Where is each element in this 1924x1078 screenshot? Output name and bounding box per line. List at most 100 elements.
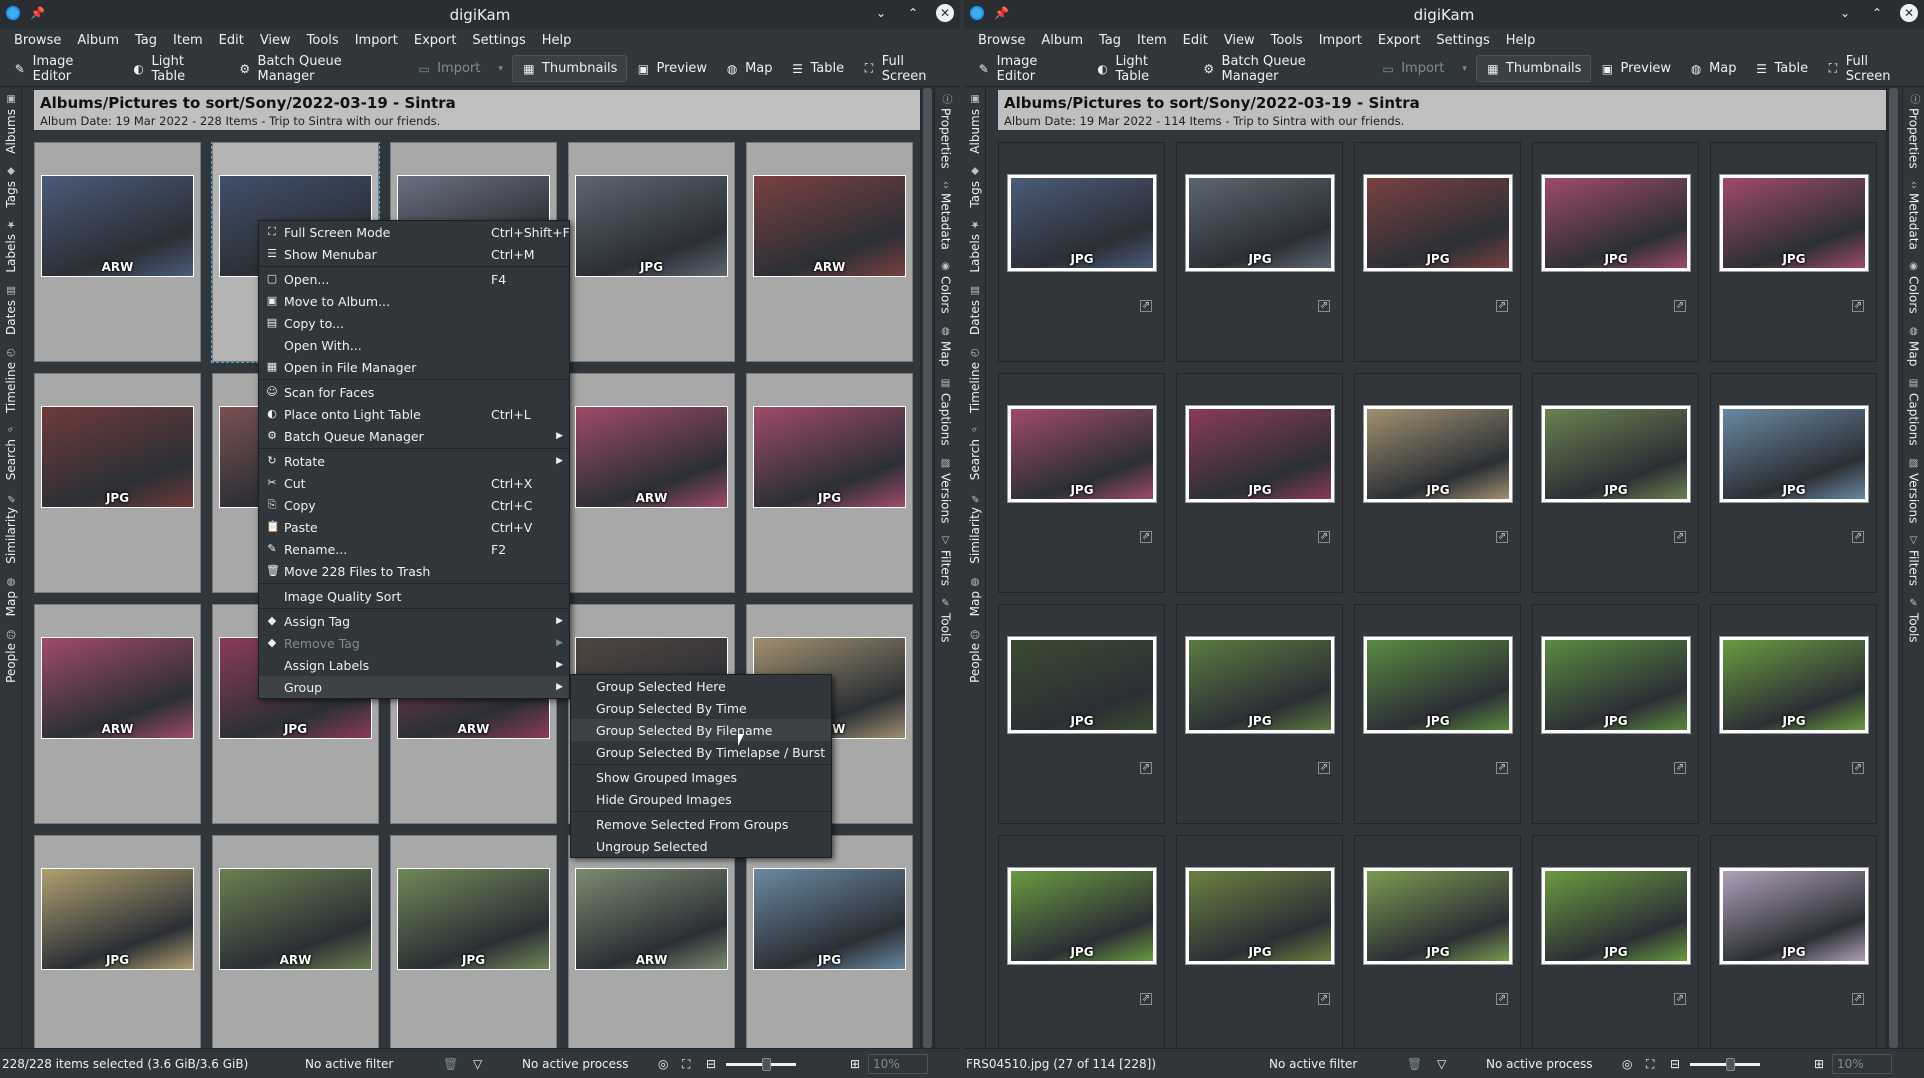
tab-tools[interactable]: ✎ Tools xyxy=(1907,592,1921,649)
zoom-out-icon[interactable]: ⊟ xyxy=(706,1057,716,1071)
trash-icon[interactable]: 🗑 xyxy=(1407,1057,1422,1071)
tab-captions[interactable]: ▤ Captions xyxy=(1907,372,1921,452)
zoom-in-icon[interactable]: ⊞ xyxy=(850,1057,860,1071)
scrollbar-thumb[interactable] xyxy=(1889,88,1898,1048)
group-indicator-icon[interactable]: ⇗ xyxy=(1496,531,1508,543)
preview-button[interactable]: ▣ Preview xyxy=(627,56,716,81)
chevron-down-icon[interactable]: ⌄ xyxy=(872,4,890,22)
tab-filters[interactable]: ▽ Filters xyxy=(939,529,953,592)
full-screen-button[interactable]: ⛶ Full Screen xyxy=(1817,49,1924,89)
tab-albums[interactable]: Albums ▣ xyxy=(4,88,18,160)
zoom-in-icon[interactable]: ⊞ xyxy=(1814,1057,1824,1071)
menu-album[interactable]: Album xyxy=(69,33,127,48)
import-button[interactable]: ▭ Import ▾ xyxy=(1372,56,1476,81)
tab-filters[interactable]: ▽ Filters xyxy=(1907,529,1921,592)
batch-queue-button[interactable]: ⚙ Batch Queue Manager xyxy=(1193,49,1372,89)
menu-import[interactable]: Import xyxy=(347,33,406,48)
thumbnail-item[interactable]: ARW xyxy=(34,142,201,362)
thumbnail-item[interactable]: ARW xyxy=(212,835,379,1048)
tab-captions[interactable]: ▤ Captions xyxy=(939,372,953,452)
tab-properties[interactable]: ⓘ Properties xyxy=(1906,88,1921,175)
tab-map-right[interactable]: ◍ Map xyxy=(1907,320,1921,372)
menu-item[interactable]: ▢ Open... F4 xyxy=(259,268,569,290)
zoom-fit-icon[interactable]: ⛶ xyxy=(1646,1057,1654,1072)
filter-icon[interactable]: ▽ xyxy=(473,1057,482,1071)
title-bar[interactable]: 📌 digiKam ⌄ ⌃ ✕ xyxy=(0,0,960,29)
tab-albums[interactable]: Albums ▣ xyxy=(968,88,982,160)
thumbnail-item[interactable]: JPG xyxy=(568,142,735,362)
focus-icon[interactable]: ◎ xyxy=(1622,1057,1632,1071)
group-indicator-icon[interactable]: ⇗ xyxy=(1318,993,1330,1005)
group-indicator-icon[interactable]: ⇗ xyxy=(1674,993,1686,1005)
light-table-button[interactable]: ◐ Light Table xyxy=(123,49,229,89)
tab-dates[interactable]: Dates ▤ xyxy=(4,279,18,341)
tab-labels[interactable]: Labels ★ xyxy=(4,213,18,279)
group-indicator-icon[interactable]: ⇗ xyxy=(1852,300,1864,312)
tab-versions[interactable]: ▧ Versions xyxy=(939,452,953,529)
thumbnail-item[interactable]: JPG xyxy=(34,373,201,593)
menu-tools[interactable]: Tools xyxy=(299,33,347,48)
tab-labels[interactable]: Labels ★ xyxy=(968,213,982,279)
menu-item[interactable]: Show Grouped Images xyxy=(571,766,831,788)
group-indicator-icon[interactable]: ⇗ xyxy=(1496,993,1508,1005)
thumbnail-item[interactable]: JPG ⇗ xyxy=(1176,142,1343,362)
thumbnails-button[interactable]: ▦ Thumbnails xyxy=(511,55,628,82)
pin-icon[interactable]: 📌 xyxy=(30,6,45,20)
import-button[interactable]: ▭ Import ▾ xyxy=(408,56,512,81)
thumbnail-item[interactable]: JPG ⇗ xyxy=(1176,835,1343,1048)
zoom-slider[interactable] xyxy=(1690,1063,1760,1066)
group-indicator-icon[interactable]: ⇗ xyxy=(1496,300,1508,312)
group-indicator-icon[interactable]: ⇗ xyxy=(1318,300,1330,312)
tab-tags[interactable]: Tags ◆ xyxy=(968,160,982,214)
thumbnail-item[interactable]: JPG xyxy=(746,835,913,1048)
zoom-slider-handle[interactable] xyxy=(1726,1058,1735,1071)
group-indicator-icon[interactable]: ⇗ xyxy=(1318,531,1330,543)
menu-view[interactable]: View xyxy=(1216,33,1263,48)
thumbnail-item[interactable]: JPG ⇗ xyxy=(1710,835,1877,1048)
zoom-level-input[interactable]: 10% xyxy=(1832,1054,1892,1074)
focus-icon[interactable]: ◎ xyxy=(658,1057,668,1071)
menu-item[interactable]: 📋 Paste Ctrl+V xyxy=(259,516,569,538)
menu-album[interactable]: Album xyxy=(1033,33,1091,48)
group-indicator-icon[interactable]: ⇗ xyxy=(1852,762,1864,774)
group-indicator-icon[interactable]: ⇗ xyxy=(1852,531,1864,543)
title-bar[interactable]: 📌 digiKam ⌄ ⌃ ✕ xyxy=(964,0,1924,29)
thumbnail-item[interactable]: JPG ⇗ xyxy=(1710,142,1877,362)
group-indicator-icon[interactable]: ⇗ xyxy=(1140,762,1152,774)
tab-similarity[interactable]: Similarity ✎ xyxy=(968,486,982,570)
zoom-fit-icon[interactable]: ⛶ xyxy=(682,1057,690,1072)
menu-item[interactable]: ⛶ Full Screen Mode Ctrl+Shift+F xyxy=(259,221,570,243)
menu-edit[interactable]: Edit xyxy=(1175,33,1216,48)
thumbnail-item[interactable]: JPG ⇗ xyxy=(1354,142,1521,362)
tab-map-right[interactable]: ◍ Map xyxy=(939,320,953,372)
menu-item[interactable]: Group Selected By Timelapse / Burst xyxy=(571,741,831,763)
zoom-level-input[interactable]: 10% xyxy=(868,1054,928,1074)
menu-item[interactable]: 🗑 Move 228 Files to Trash xyxy=(259,560,569,582)
menu-item[interactable]: ▣ Move to Album... xyxy=(259,290,569,312)
group-indicator-icon[interactable]: ⇗ xyxy=(1674,762,1686,774)
menu-item[interactable]: Hide Grouped Images xyxy=(571,788,831,810)
thumbnails-button[interactable]: ▦ Thumbnails xyxy=(1475,55,1592,82)
thumbnail-item[interactable]: JPG ⇗ xyxy=(1532,373,1699,593)
preview-button[interactable]: ▣ Preview xyxy=(1591,56,1680,81)
trash-icon[interactable]: 🗑 xyxy=(443,1057,458,1071)
batch-queue-button[interactable]: ⚙ Batch Queue Manager xyxy=(229,49,408,89)
menu-item[interactable]: Remove Selected From Groups xyxy=(571,813,831,835)
menu-settings[interactable]: Settings xyxy=(464,33,533,48)
pin-icon[interactable]: 📌 xyxy=(994,6,1009,20)
group-indicator-icon[interactable]: ⇗ xyxy=(1852,993,1864,1005)
thumbnail-item[interactable]: ARW xyxy=(568,835,735,1048)
dropdown-arrow-icon[interactable]: ▾ xyxy=(498,64,503,74)
menu-import[interactable]: Import xyxy=(1311,33,1370,48)
menu-browse[interactable]: Browse xyxy=(970,33,1033,48)
menu-item[interactable]: ◐ Place onto Light Table Ctrl+L xyxy=(259,403,569,425)
group-indicator-icon[interactable]: ⇗ xyxy=(1140,993,1152,1005)
group-indicator-icon[interactable]: ⇗ xyxy=(1674,531,1686,543)
thumbnail-item[interactable]: JPG ⇗ xyxy=(1354,604,1521,824)
thumbnail-item[interactable]: JPG ⇗ xyxy=(1532,835,1699,1048)
thumbnail-item[interactable]: JPG ⇗ xyxy=(1710,373,1877,593)
menu-item[interactable]: ☺ Scan for Faces xyxy=(259,381,569,403)
group-indicator-icon[interactable]: ⇗ xyxy=(1140,531,1152,543)
tab-search[interactable]: Search ⌕ xyxy=(968,419,982,486)
maximize-icon[interactable]: ⌃ xyxy=(904,4,922,22)
